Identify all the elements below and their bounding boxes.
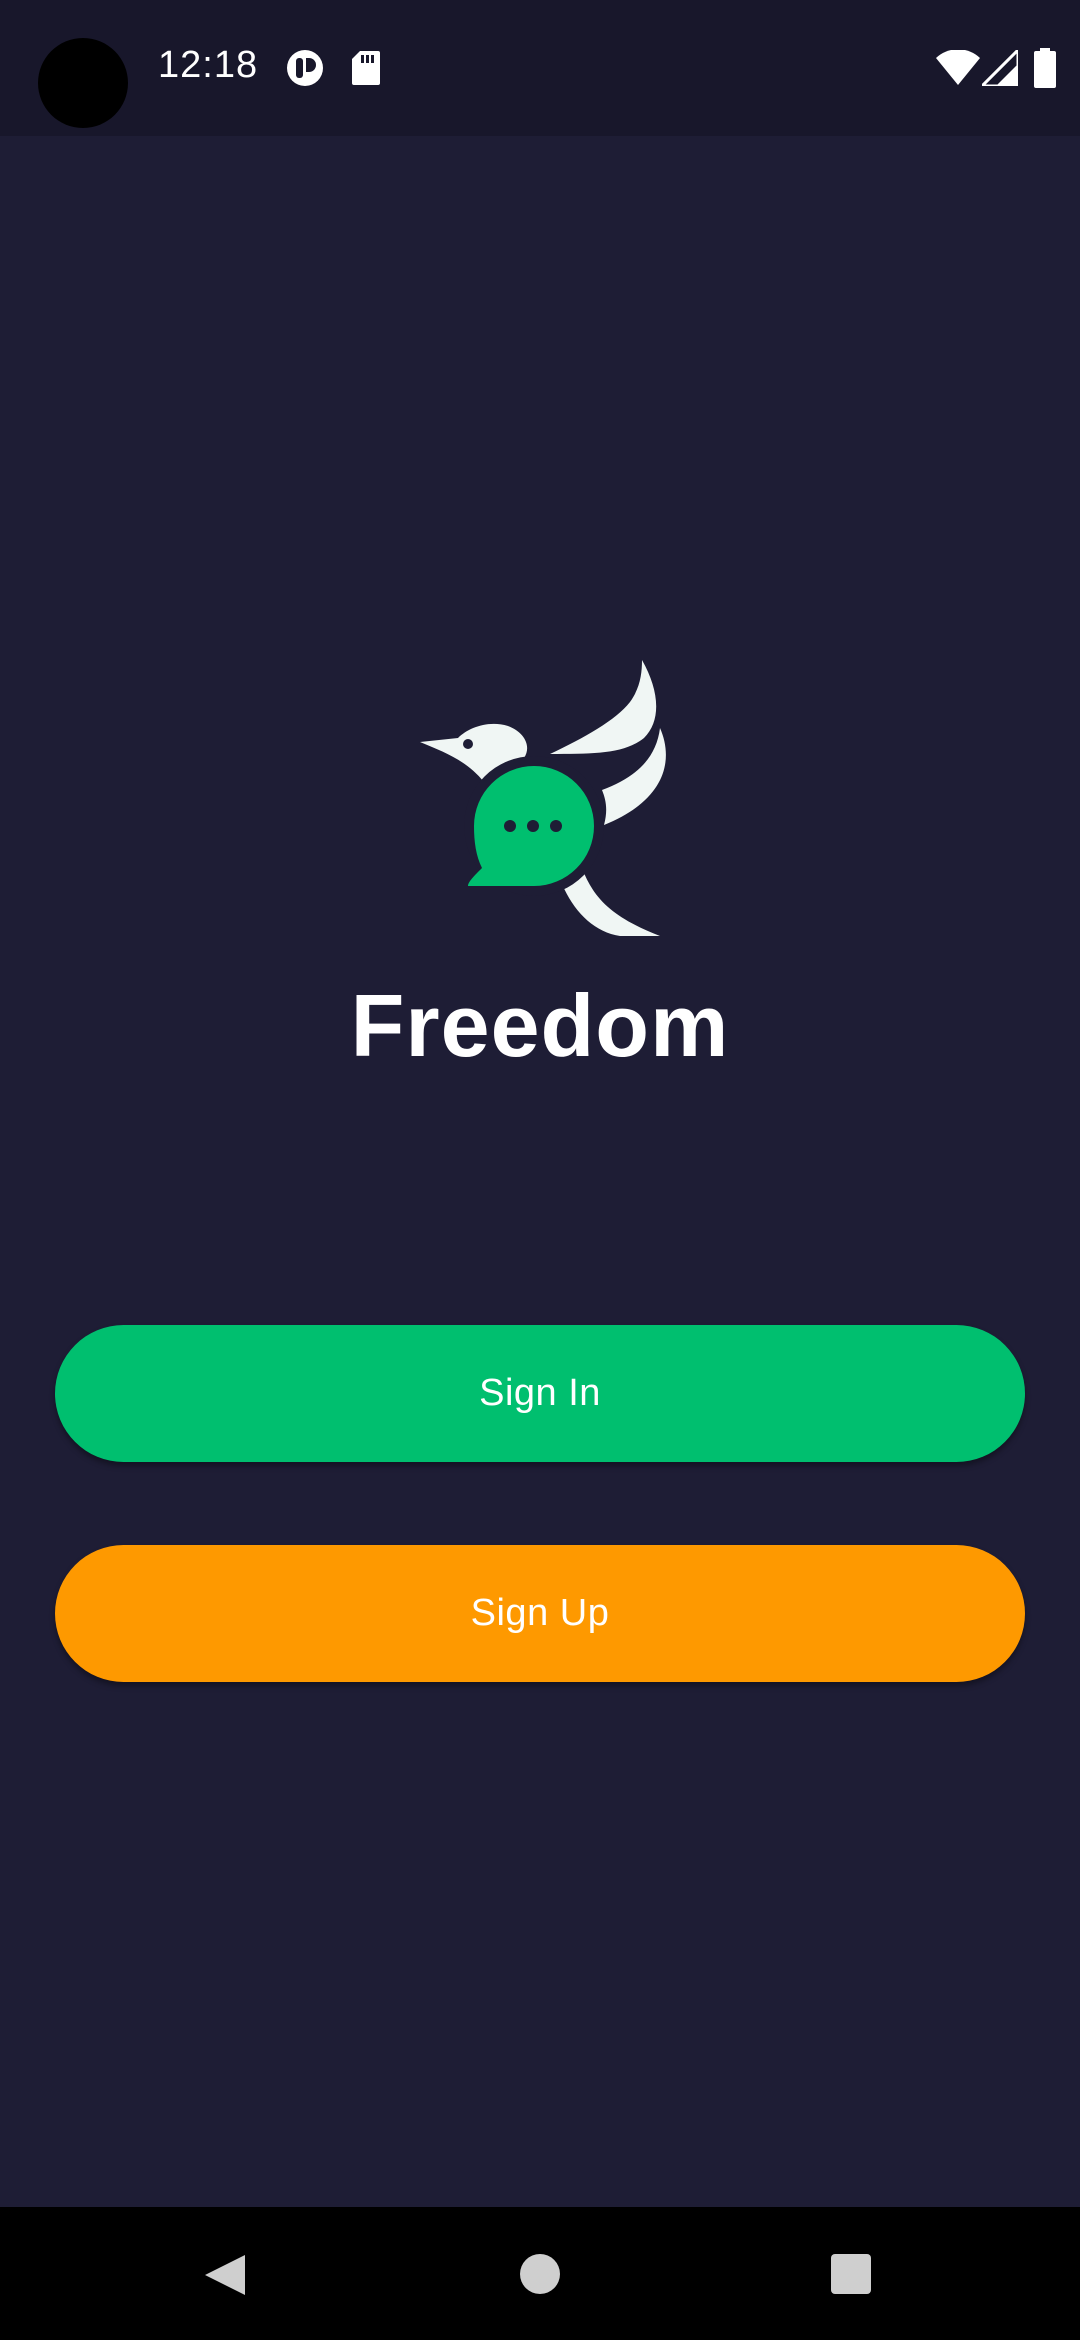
navigation-bar	[0, 2207, 1080, 2340]
status-bar: 12:18	[0, 0, 1080, 136]
sign-up-label: Sign Up	[470, 1592, 610, 1634]
back-icon[interactable]	[203, 2253, 247, 2297]
battery-icon	[1034, 48, 1056, 88]
sign-up-button[interactable]: Sign Up	[55, 1545, 1025, 1682]
sign-in-button[interactable]: Sign In	[55, 1325, 1025, 1462]
app-title: Freedom	[350, 976, 730, 1075]
recents-icon[interactable]	[830, 2253, 872, 2295]
cellular-signal-icon	[982, 50, 1018, 86]
bird-chat-bubble-logo	[420, 660, 666, 936]
app-notification-icon	[287, 50, 323, 86]
wifi-icon	[936, 50, 980, 85]
status-time: 12:18	[158, 44, 259, 86]
sign-in-label: Sign In	[479, 1372, 601, 1414]
home-icon[interactable]	[519, 2253, 561, 2295]
camera-cutout	[38, 38, 128, 128]
sd-card-icon	[352, 51, 380, 85]
